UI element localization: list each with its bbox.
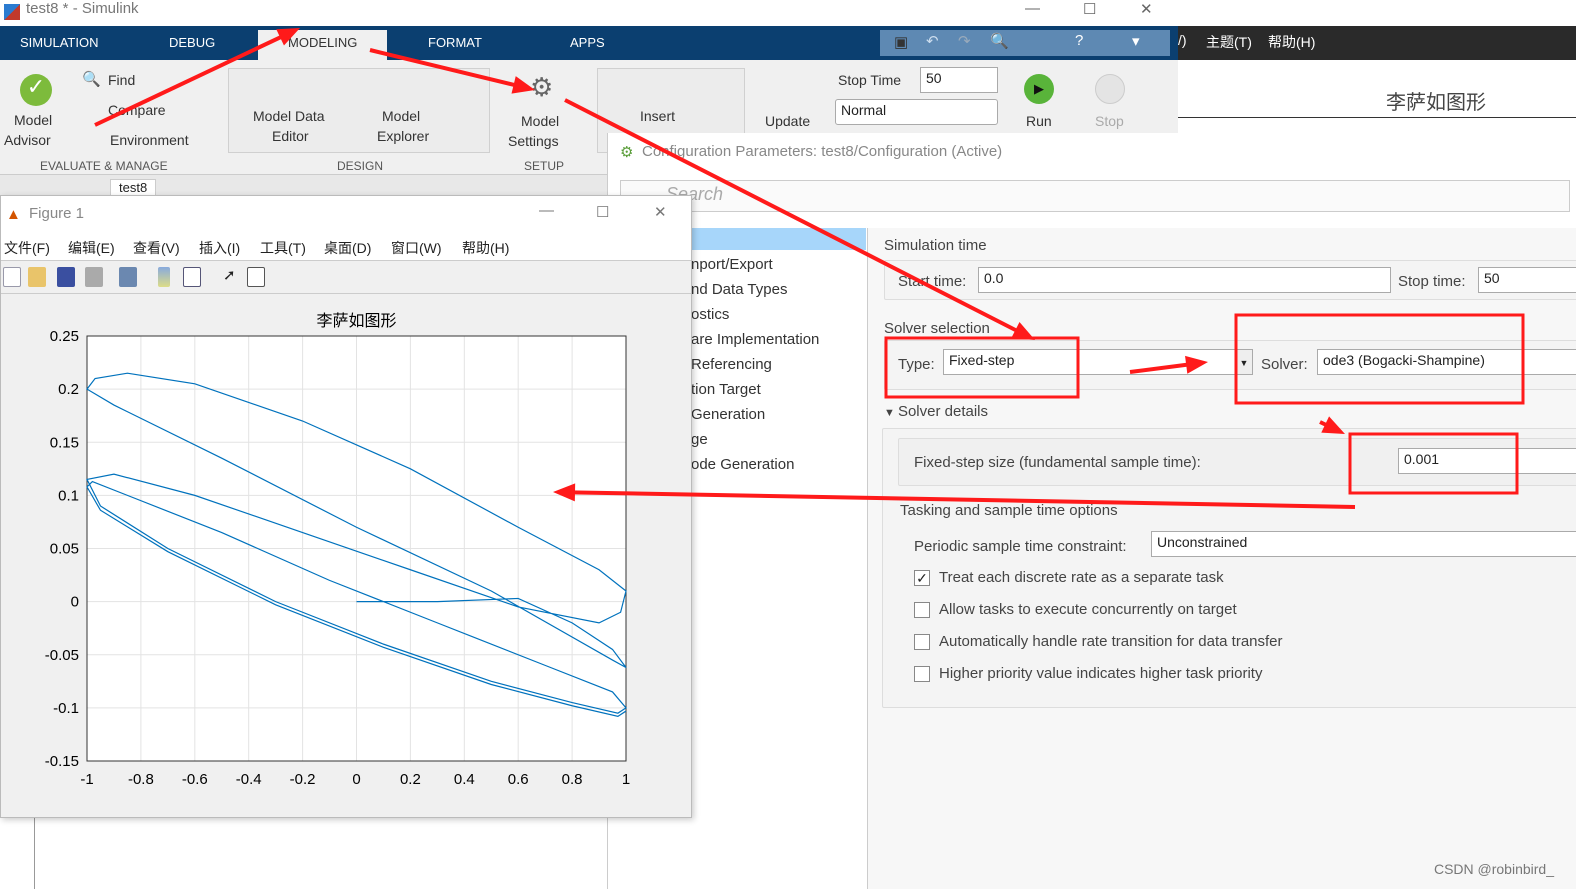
red-arrow [369,48,519,88]
red-arrow [1129,362,1191,374]
highlight-box [884,336,1080,399]
arrowhead-icon [553,483,576,502]
highlight-box [1234,313,1525,405]
arrowhead-icon [1185,355,1208,374]
annotation-overlay [94,28,1525,509]
highlight-box [1348,432,1519,495]
red-arrow [570,490,1356,509]
red-arrow [564,98,1021,334]
watermark: CSDN @robinbird_ [1433,861,1554,877]
arrowhead-icon [1321,416,1345,434]
arrowhead-icon [511,76,535,94]
arrowhead-icon [276,28,300,46]
red-arrow [94,33,285,127]
